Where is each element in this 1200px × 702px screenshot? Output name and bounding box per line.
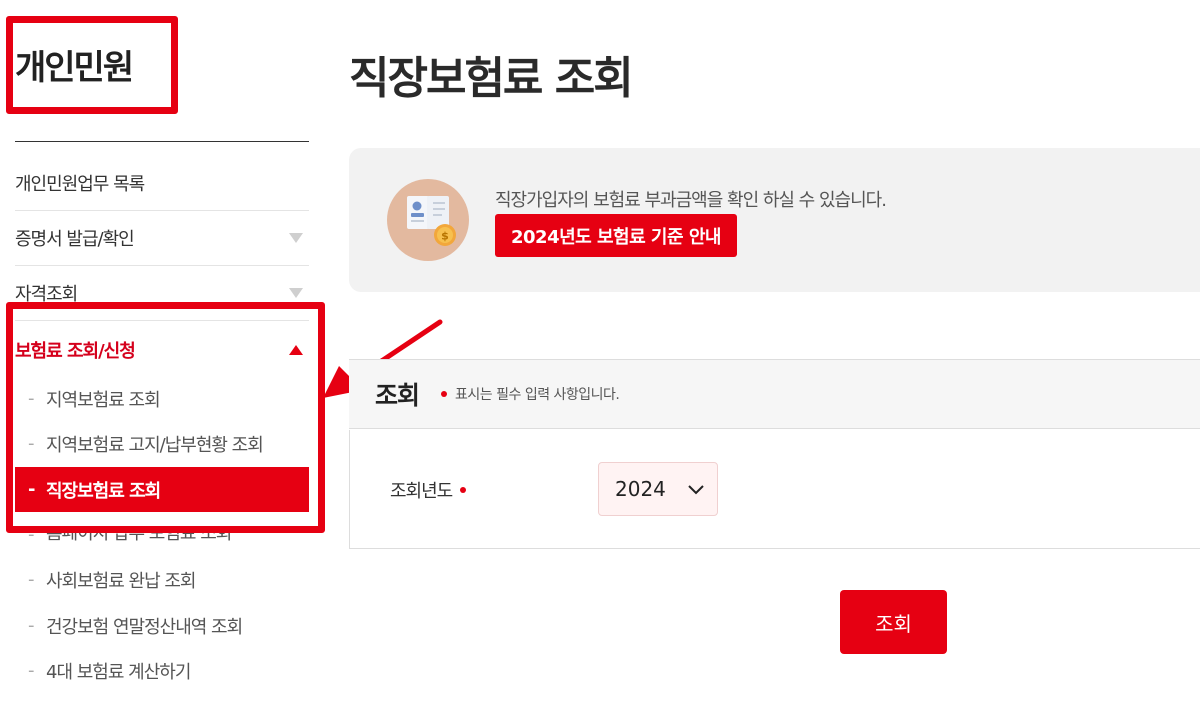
sidebar-item-certificates[interactable]: 증명서 발급/확인 — [15, 211, 309, 266]
highlight-frame-title — [6, 16, 178, 114]
required-marker-icon — [441, 391, 448, 397]
required-note: 표시는 필수 입력 사항입니다. — [455, 387, 620, 403]
svg-text:$: $ — [441, 230, 449, 243]
sidebar-divider — [15, 141, 309, 142]
year-select-value: 2024 — [615, 477, 666, 501]
submenu-item-year-end[interactable]: - 건강보험 연말정산내역 조회 — [15, 603, 309, 648]
info-banner: $ 직장가입자의 보험료 부과금액을 확인 하실 수 있습니다. 2024년도 … — [349, 148, 1200, 292]
search-form: 조회년도 2024 — [349, 430, 1200, 549]
year-field-label: 조회년도 — [390, 477, 467, 503]
expand-arrow-icon — [289, 288, 303, 298]
sidebar-item-label: 개인민원업무 목록 — [15, 174, 145, 195]
search-section-header: 조회 표시는 필수 입력 사항입니다. — [349, 359, 1200, 429]
sidebar-item-label: 증명서 발급/확인 — [15, 229, 135, 250]
submenu-item-label: 4대 보험료 계산하기 — [46, 661, 191, 683]
search-button[interactable]: 조회 — [840, 590, 947, 654]
dash-marker: - — [28, 615, 35, 636]
year-select[interactable]: 2024 — [598, 462, 718, 516]
dash-marker: - — [28, 569, 35, 590]
search-heading: 조회 — [375, 381, 420, 410]
highlight-frame-menu — [6, 302, 325, 533]
page-title: 직장보험료 조회 — [349, 53, 634, 104]
document-coin-icon: $ — [387, 179, 469, 261]
submenu-item-label: 건강보험 연말정산내역 조회 — [46, 616, 243, 638]
chevron-down-icon — [688, 485, 704, 495]
submenu-item-label: 사회보험료 완납 조회 — [46, 570, 196, 592]
info-text: 직장가입자의 보험료 부과금액을 확인 하실 수 있습니다. — [495, 190, 887, 211]
submenu-item-social-insurance[interactable]: - 사회보험료 완납 조회 — [15, 557, 309, 602]
premium-standard-guide-button[interactable]: 2024년도 보험료 기준 안내 — [495, 214, 737, 257]
sidebar-item-civil-list[interactable]: 개인민원업무 목록 — [15, 156, 309, 211]
dash-marker: - — [28, 660, 35, 681]
year-label-text: 조회년도 — [390, 481, 453, 502]
required-marker-icon — [460, 487, 467, 493]
submenu-item-calculator[interactable]: - 4대 보험료 계산하기 — [15, 648, 309, 693]
expand-arrow-icon — [289, 233, 303, 243]
